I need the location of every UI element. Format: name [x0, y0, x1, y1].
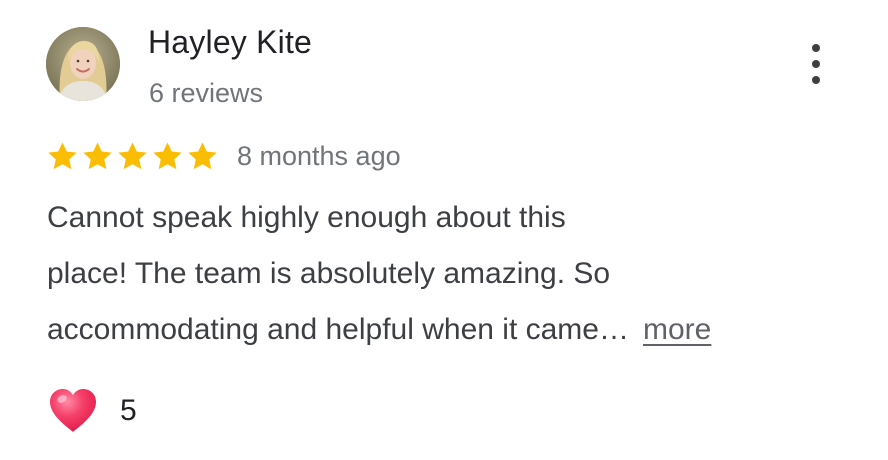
more-vertical-icon [812, 44, 820, 52]
reviewer-name[interactable]: Hayley Kite [148, 22, 312, 62]
review-text-line: Cannot speak highly enough about this [47, 201, 566, 234]
review-text-line: place! The team is absolutely amazing. S… [47, 257, 611, 290]
more-options-button[interactable] [800, 40, 832, 88]
rating-row: 8 months ago [46, 136, 401, 176]
star-icon [83, 141, 112, 169]
review-date: 8 months ago [237, 141, 401, 171]
reviewer-avatar[interactable] [46, 27, 120, 101]
star-icon [48, 141, 77, 169]
review-body: Cannot speak highly enough about this pl… [47, 190, 847, 358]
reviewer-review-count: 6 reviews [149, 78, 264, 108]
more-vertical-icon-dot-2 [812, 60, 820, 68]
like-reaction-button[interactable]: 5 [48, 388, 137, 434]
review-card: Hayley Kite 6 reviews 8 months ago Canno… [0, 0, 888, 460]
more-link[interactable]: more [643, 313, 711, 346]
star-icon [188, 141, 217, 169]
review-text-line-last: accommodating and helpful when it came… m… [47, 302, 847, 358]
star-icon [153, 141, 182, 169]
more-vertical-icon-dot-3 [812, 76, 820, 84]
reaction-count: 5 [120, 394, 137, 427]
star-rating [46, 140, 219, 173]
star-icon [118, 141, 147, 169]
heart-icon [48, 388, 98, 434]
review-text-line-content: accommodating and helpful when it came… [47, 313, 629, 346]
avatar-photo-icon [46, 27, 120, 101]
